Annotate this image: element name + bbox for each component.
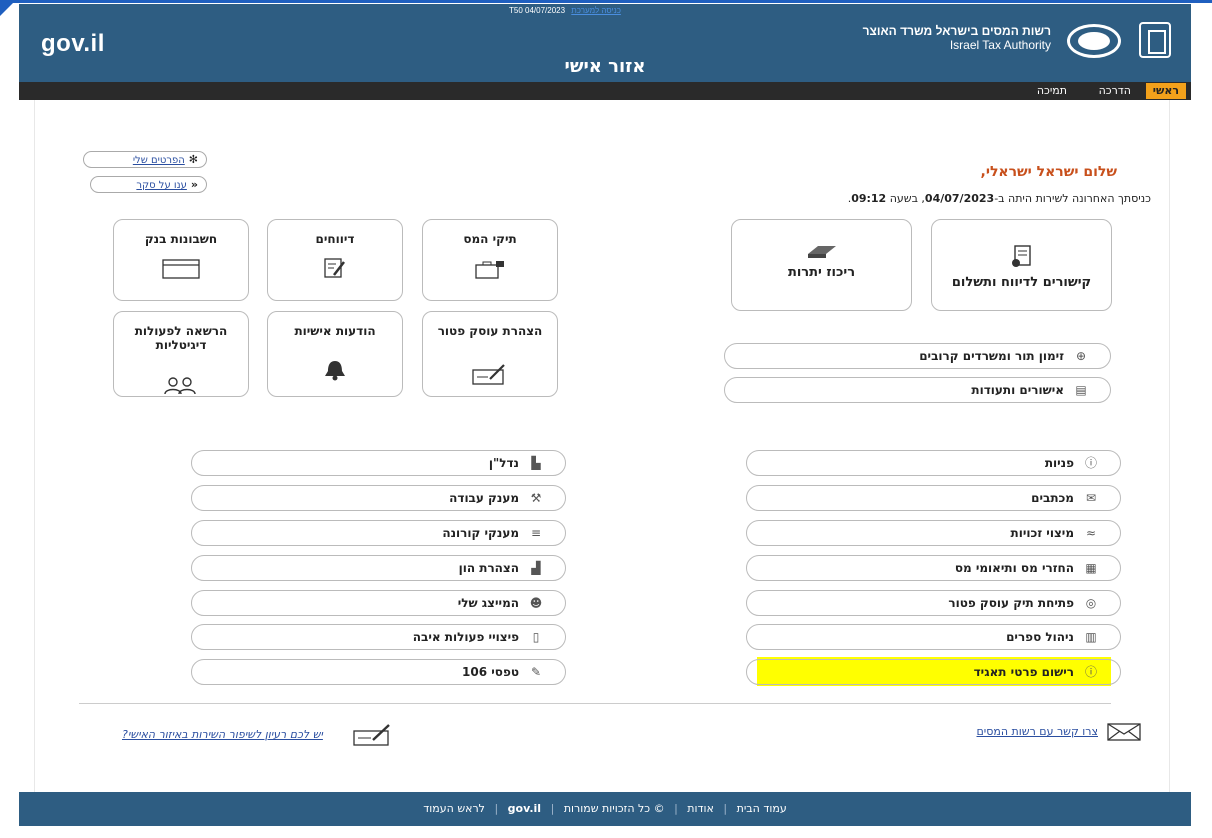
list-item-corona-grants[interactable]: ≡מענקי קורונה (191, 520, 566, 546)
nav-main[interactable]: ראשי (1145, 83, 1186, 99)
hand-coins-icon: ≈ (1085, 526, 1097, 540)
authority-name-en: Israel Tax Authority (949, 38, 1051, 52)
certificates-pill[interactable]: ▤אישורים ותעודות (724, 377, 1111, 403)
envelope-icon (1107, 723, 1141, 741)
list-item-inquiries[interactable]: ⓘפניות (746, 450, 1121, 476)
tile-label: חשבונות בנק (144, 232, 218, 246)
tile-balances[interactable]: ריכוז יתרות (731, 219, 912, 311)
list-item-hostile-acts-compensation[interactable]: ▯פיצויי פעולות איבה (191, 624, 566, 650)
stamp-code: T50 04/07/2023 (509, 6, 566, 15)
people-icon: ☻ (529, 596, 543, 610)
document-gear-icon (1011, 245, 1031, 267)
survey-link[interactable]: «ענו על סקר (90, 176, 207, 193)
greeting: שלום ישראל ישראלי, (980, 164, 1118, 180)
site-header: gov.il T50 04/07/2023 כניסה למערכת רשות … (19, 4, 1191, 82)
top-accent-line (0, 0, 1212, 3)
document-icon: ▤ (1075, 383, 1087, 397)
site-footer: עמוד הבית | אודות | © כל הזכויות שמורות … (19, 792, 1191, 826)
list-item-corporate-registration[interactable]: ⓘרישום פרטי תאגיד (746, 659, 1121, 685)
tile-reports[interactable]: דיווחים (267, 219, 403, 301)
coins-icon: ≡ (530, 526, 542, 540)
nav-support[interactable]: תמיכה (1037, 83, 1067, 99)
corner-accent (0, 0, 16, 16)
footer-divider: | (674, 802, 678, 815)
tile-label: הרשאה לפעולות דיגיטליות (134, 324, 228, 352)
tile-label: הודעות אישיות (294, 324, 376, 338)
tile-personal-messages[interactable]: הודעות אישיות (267, 311, 403, 397)
double-chevron-icon: « (190, 178, 198, 191)
last-login: כניסתך האחרונה לשירות היתה ב-04/07/2023,… (847, 192, 1151, 205)
building-icon: ▙ (531, 456, 541, 470)
money-stack-icon (807, 246, 836, 258)
bar-chart-icon: ▟ (531, 561, 541, 575)
file-icon: ▯ (532, 630, 540, 644)
list-item-bookkeeping[interactable]: ▥ניהול ספרים (746, 624, 1121, 650)
state-emblem-icon (1139, 22, 1171, 58)
envelope-icon: ✉ (1085, 491, 1097, 505)
list-item-work-grant[interactable]: ⚒מענק עבודה (191, 485, 566, 511)
sign-form-icon (353, 724, 390, 746)
main-nav: ראשי הדרכה תמיכה (19, 82, 1191, 100)
list-item-letters[interactable]: ✉מכתבים (746, 485, 1121, 511)
list-item-my-representative[interactable]: ☻המייצג שלי (191, 590, 566, 616)
list-item-tax-refunds[interactable]: ▦החזרי מס ותיאומי מס (746, 555, 1121, 581)
main-content: ✻הפרטים שלי «ענו על סקר שלום ישראל ישראל… (34, 100, 1170, 792)
tile-report-links[interactable]: קישורים לדיווח ותשלום (931, 219, 1112, 311)
ledger-icon: ▥ (1085, 630, 1097, 644)
footer-govil-logo[interactable]: gov.il (508, 802, 541, 815)
footer-rights: © כל הזכויות שמורות (563, 802, 665, 815)
govil-logo[interactable]: gov.il (41, 30, 105, 58)
edit-form-icon: ✎ (530, 665, 542, 679)
tile-label: קישורים לדיווח ותשלום (951, 275, 1092, 290)
info-icon: ⓘ (1084, 456, 1097, 470)
session-stamp: T50 04/07/2023 כניסה למערכת (509, 6, 621, 15)
contact-link[interactable]: צרו קשר עם רשות המסים (977, 722, 1143, 742)
idea-feedback-link[interactable]: יש לכם רעיון לשיפור השירות באיזור האישי? (122, 722, 395, 748)
list-item-rights[interactable]: ≈מיצוי זכויות (746, 520, 1121, 546)
tile-bank-accounts[interactable]: חשבונות בנק (113, 219, 249, 301)
gavel-icon: ⚒ (530, 491, 542, 505)
tile-label: הצהרת עוסק פטור (437, 324, 543, 338)
info-icon: ⓘ (1084, 665, 1097, 679)
authority-name-he: רשות המסים בישראל משרד האוצר (862, 24, 1051, 38)
footer-home-link[interactable]: עמוד הבית (737, 802, 787, 815)
check-sign-icon (472, 364, 505, 385)
list-item-real-estate[interactable]: ▙נדל"ן (191, 450, 566, 476)
tile-label: תיקי המס (463, 232, 517, 246)
tax-authority-logo-icon (1067, 24, 1121, 58)
footer-divider: | (494, 802, 499, 815)
tile-tax-files[interactable]: תיקי המס (422, 219, 558, 301)
appointment-pill[interactable]: ⊕זימון תור ומשרדים קרובים (724, 343, 1111, 369)
people-group-icon (164, 377, 196, 395)
tile-digital-permissions[interactable]: הרשאה לפעולות דיגיטליות (113, 311, 249, 397)
footer-divider: | (723, 802, 728, 815)
stamp-link[interactable]: כניסה למערכת (571, 6, 621, 15)
list-item-forms-106[interactable]: ✎טפסי 106 (191, 659, 566, 685)
gear-icon: ✻ (188, 153, 198, 166)
tile-label: דיווחים (315, 232, 355, 246)
footer-top-link[interactable]: לראש העמוד (423, 802, 485, 815)
page-title: אזור אישי (564, 56, 646, 77)
list-item-capital-declaration[interactable]: ▟הצהרת הון (191, 555, 566, 581)
page: gov.il T50 04/07/2023 כניסה למערכת רשות … (0, 0, 1212, 838)
badge-icon: ◎ (1085, 596, 1097, 610)
authority-name: רשות המסים בישראל משרד האוצר Israel Tax … (863, 24, 1051, 52)
document-edit-icon (324, 258, 345, 278)
tile-label: ריכוז יתרות (787, 265, 856, 280)
globe-icon: ⊕ (1075, 349, 1087, 363)
tile-exempt-dealer-declaration[interactable]: הצהרת עוסק פטור (422, 311, 558, 397)
my-details-link[interactable]: ✻הפרטים שלי (83, 151, 207, 168)
credit-card-icon (162, 259, 200, 279)
footer-divider: | (550, 802, 555, 815)
nav-guide[interactable]: הדרכה (1099, 83, 1131, 99)
list-item-open-exempt-file[interactable]: ◎פתיחת תיק עוסק פטור (746, 590, 1121, 616)
divider (79, 703, 1111, 704)
footer-about-link[interactable]: אודות (687, 802, 714, 815)
bell-icon (325, 361, 345, 381)
calculator-icon: ▦ (1085, 561, 1097, 575)
briefcase-icon (475, 261, 504, 279)
